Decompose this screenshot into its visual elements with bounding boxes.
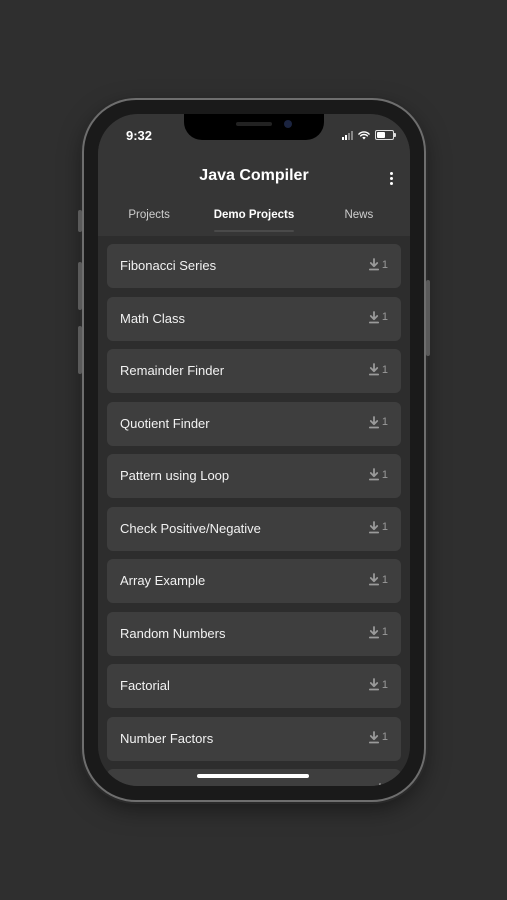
list-item-number-factors[interactable]: Number Factors 1 bbox=[107, 716, 401, 761]
download-count[interactable]: 1 bbox=[368, 520, 388, 534]
list-item-fibonacci-series[interactable]: Fibonacci Series 1 bbox=[107, 244, 401, 288]
home-indicator[interactable] bbox=[197, 774, 309, 778]
download-icon bbox=[368, 678, 380, 691]
download-count[interactable]: 1 bbox=[368, 310, 388, 324]
download-icon bbox=[368, 730, 380, 744]
download-count[interactable] bbox=[374, 783, 388, 786]
download-count-value: 1 bbox=[381, 573, 388, 586]
download-count[interactable]: 1 bbox=[368, 730, 388, 744]
download-icon bbox=[368, 310, 380, 324]
speaker-grille bbox=[236, 122, 272, 126]
tab-projects[interactable]: Projects bbox=[98, 198, 200, 236]
phone-power-button bbox=[426, 280, 430, 356]
list-item-remainder-finder[interactable]: Remainder Finder 1 bbox=[107, 349, 401, 393]
download-count-value: 1 bbox=[381, 521, 388, 533]
download-count-value: 1 bbox=[381, 678, 388, 691]
list-item-quotient-finder[interactable]: Quotient Finder 1 bbox=[107, 401, 401, 446]
item-label: Check Positive/Negative bbox=[120, 520, 261, 536]
download-icon bbox=[368, 573, 380, 586]
list-item-array-example[interactable]: Array Example 1 bbox=[107, 559, 401, 603]
phone-mute-switch bbox=[78, 210, 82, 232]
download-icon bbox=[368, 415, 380, 429]
tab-news[interactable]: News bbox=[308, 198, 410, 236]
item-label: Quotient Finder bbox=[120, 415, 210, 431]
app-title: Java Compiler bbox=[199, 167, 309, 184]
list-item-random-numbers[interactable]: Random Numbers 1 bbox=[107, 611, 401, 656]
download-count-value: 1 bbox=[381, 626, 388, 638]
download-count[interactable]: 1 bbox=[368, 258, 388, 271]
download-icon bbox=[368, 520, 380, 534]
phone-notch bbox=[184, 114, 324, 140]
item-label: Factorial bbox=[120, 678, 170, 693]
status-time: 9:32 bbox=[126, 128, 153, 143]
tab-bar: Projects Demo Projects News bbox=[98, 198, 410, 236]
item-label: Pattern using Loop bbox=[120, 468, 230, 483]
phone-frame: 9:32 Java Compiler Projects Demo Project… bbox=[78, 100, 430, 800]
wifi-icon bbox=[358, 131, 370, 140]
battery-icon bbox=[375, 130, 396, 140]
cellular-signal-icon bbox=[342, 131, 353, 140]
item-label: Remainder Finder bbox=[120, 363, 225, 378]
phone-volume-up-button bbox=[78, 262, 82, 310]
download-count[interactable]: 1 bbox=[368, 363, 388, 376]
download-icon bbox=[368, 468, 380, 481]
download-count[interactable]: 1 bbox=[368, 573, 388, 586]
download-icon bbox=[368, 258, 380, 271]
list-item-pattern-using-loop[interactable]: Pattern using Loop 1 bbox=[107, 454, 401, 498]
download-count-value: 1 bbox=[381, 416, 388, 428]
download-count[interactable]: 1 bbox=[368, 415, 388, 429]
tab-demo-projects-label: Demo Projects bbox=[213, 209, 295, 221]
list-item-factorial[interactable]: Factorial 1 bbox=[107, 664, 401, 708]
phone-screen: 9:32 Java Compiler Projects Demo Project… bbox=[98, 114, 410, 786]
download-icon bbox=[368, 625, 380, 639]
download-count-value: 1 bbox=[381, 731, 388, 743]
download-count-value: 1 bbox=[381, 468, 388, 481]
download-icon bbox=[368, 363, 380, 376]
item-label: Fibonacci Series bbox=[120, 258, 217, 273]
item-label: Math Class bbox=[120, 310, 186, 326]
status-icons bbox=[342, 130, 396, 140]
download-count-value: 1 bbox=[381, 311, 388, 323]
item-label: Number Factors bbox=[120, 730, 214, 746]
download-count[interactable]: 1 bbox=[368, 468, 388, 481]
front-camera bbox=[284, 120, 292, 128]
app-bar: Java Compiler bbox=[98, 158, 410, 198]
download-count-value: 1 bbox=[381, 363, 388, 376]
active-tab-indicator bbox=[214, 230, 294, 232]
item-label: Array Example bbox=[120, 573, 206, 588]
phone-volume-down-button bbox=[78, 326, 82, 374]
list-item-check-positive-negative[interactable]: Check Positive/Negative 1 bbox=[107, 506, 401, 551]
download-count[interactable]: 1 bbox=[368, 678, 388, 691]
download-count-value: 1 bbox=[381, 258, 388, 271]
download-count[interactable]: 1 bbox=[368, 625, 388, 639]
tab-demo-projects[interactable]: Demo Projects bbox=[200, 198, 307, 236]
list-item-math-class[interactable]: Math Class 1 bbox=[107, 296, 401, 341]
more-vertical-icon[interactable] bbox=[386, 168, 396, 188]
demo-projects-list: Fibonacci Series 1 Math Class 1 Remainde… bbox=[107, 244, 401, 786]
item-label: Random Numbers bbox=[120, 625, 226, 641]
download-icon bbox=[374, 783, 386, 786]
